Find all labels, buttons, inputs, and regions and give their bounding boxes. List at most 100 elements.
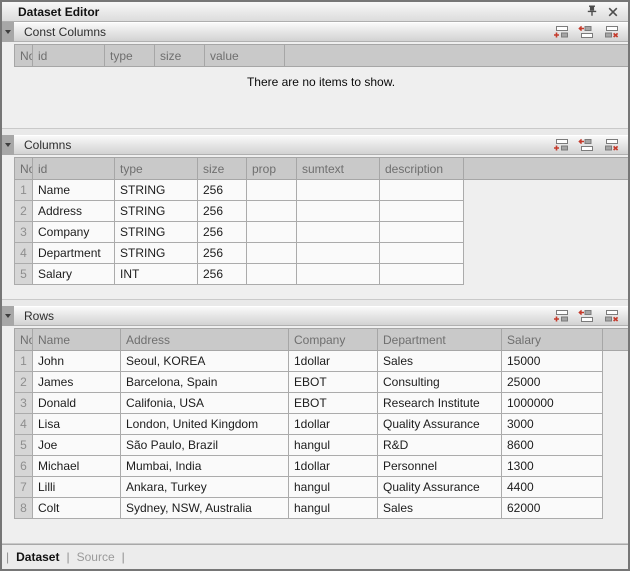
cell-id[interactable]: Department: [33, 243, 115, 264]
cell-size[interactable]: 256: [198, 264, 247, 285]
cell-description[interactable]: [380, 243, 464, 264]
cell-size[interactable]: 256: [198, 222, 247, 243]
add-row-button[interactable]: [553, 138, 570, 152]
cell-company[interactable]: 1dollar: [289, 351, 378, 372]
column-header[interactable]: description: [380, 158, 464, 180]
cell-size[interactable]: 256: [198, 243, 247, 264]
cell-description[interactable]: [380, 201, 464, 222]
cell-name[interactable]: Lilli: [33, 477, 121, 498]
column-header[interactable]: value: [205, 45, 285, 67]
cell-name[interactable]: Lisa: [33, 414, 121, 435]
column-header[interactable]: No: [15, 45, 33, 67]
cell-sumtext[interactable]: [297, 264, 380, 285]
cell-prop[interactable]: [247, 264, 297, 285]
cell-size[interactable]: 256: [198, 180, 247, 201]
cell-prop[interactable]: [247, 222, 297, 243]
cell-department[interactable]: Research Institute: [378, 393, 502, 414]
cell-description[interactable]: [380, 222, 464, 243]
cell-description[interactable]: [380, 180, 464, 201]
column-header[interactable]: id: [33, 158, 115, 180]
cell-salary[interactable]: 62000: [502, 498, 603, 519]
cell-address[interactable]: Barcelona, Spain: [121, 372, 289, 393]
cell-sumtext[interactable]: [297, 201, 380, 222]
cell-address[interactable]: Mumbai, India: [121, 456, 289, 477]
column-header[interactable]: type: [115, 158, 198, 180]
column-header[interactable]: type: [105, 45, 155, 67]
cell-department[interactable]: Sales: [378, 498, 502, 519]
tab-source[interactable]: Source: [77, 550, 115, 564]
cell-salary[interactable]: 3000: [502, 414, 603, 435]
column-header[interactable]: Department: [378, 329, 502, 351]
cell-sumtext[interactable]: [297, 243, 380, 264]
cell-salary[interactable]: 15000: [502, 351, 603, 372]
close-button[interactable]: [604, 4, 622, 20]
cell-department[interactable]: Quality Assurance: [378, 414, 502, 435]
cell-company[interactable]: 1dollar: [289, 414, 378, 435]
cell-address[interactable]: Sydney, NSW, Australia: [121, 498, 289, 519]
column-header[interactable]: id: [33, 45, 105, 67]
insert-row-button[interactable]: [578, 309, 595, 323]
pin-button[interactable]: [583, 4, 601, 20]
column-header[interactable]: No: [15, 329, 33, 351]
cell-sumtext[interactable]: [297, 222, 380, 243]
cell-prop[interactable]: [247, 243, 297, 264]
delete-row-button[interactable]: [603, 309, 620, 323]
table-row[interactable]: 1 Name STRING 256: [15, 180, 629, 201]
column-header[interactable]: Name: [33, 329, 121, 351]
cell-company[interactable]: 1dollar: [289, 456, 378, 477]
table-row[interactable]: 4 Department STRING 256: [15, 243, 629, 264]
cell-id[interactable]: Name: [33, 180, 115, 201]
cell-department[interactable]: Personnel: [378, 456, 502, 477]
cell-prop[interactable]: [247, 201, 297, 222]
cell-id[interactable]: Company: [33, 222, 115, 243]
cell-id[interactable]: Salary: [33, 264, 115, 285]
cell-name[interactable]: Donald: [33, 393, 121, 414]
cell-prop[interactable]: [247, 180, 297, 201]
add-row-button[interactable]: [553, 309, 570, 323]
cell-name[interactable]: Joe: [33, 435, 121, 456]
cell-name[interactable]: James: [33, 372, 121, 393]
cell-company[interactable]: EBOT: [289, 372, 378, 393]
collapse-button[interactable]: [2, 306, 14, 326]
cell-type[interactable]: STRING: [115, 201, 198, 222]
table-row[interactable]: 1 John Seoul, KOREA 1dollar Sales 15000: [15, 351, 629, 372]
table-row[interactable]: 3 Donald Califonia, USA EBOT Research In…: [15, 393, 629, 414]
cell-address[interactable]: Ankara, Turkey: [121, 477, 289, 498]
cell-address[interactable]: São Paulo, Brazil: [121, 435, 289, 456]
table-row[interactable]: 6 Michael Mumbai, India 1dollar Personne…: [15, 456, 629, 477]
cell-salary[interactable]: 1000000: [502, 393, 603, 414]
insert-row-button[interactable]: [578, 138, 595, 152]
cell-company[interactable]: hangul: [289, 477, 378, 498]
cell-type[interactable]: STRING: [115, 222, 198, 243]
table-row[interactable]: 8 Colt Sydney, NSW, Australia hangul Sal…: [15, 498, 629, 519]
cell-salary[interactable]: 4400: [502, 477, 603, 498]
cell-department[interactable]: Consulting: [378, 372, 502, 393]
cell-type[interactable]: STRING: [115, 180, 198, 201]
cell-salary[interactable]: 1300: [502, 456, 603, 477]
delete-row-button[interactable]: [603, 25, 620, 39]
column-header[interactable]: prop: [247, 158, 297, 180]
cell-name[interactable]: Colt: [33, 498, 121, 519]
cell-type[interactable]: INT: [115, 264, 198, 285]
cell-size[interactable]: 256: [198, 201, 247, 222]
insert-row-button[interactable]: [578, 25, 595, 39]
cell-department[interactable]: Sales: [378, 351, 502, 372]
cell-address[interactable]: Califonia, USA: [121, 393, 289, 414]
column-header[interactable]: Address: [121, 329, 289, 351]
table-row[interactable]: 5 Joe São Paulo, Brazil hangul R&D 8600: [15, 435, 629, 456]
cell-name[interactable]: Michael: [33, 456, 121, 477]
cell-address[interactable]: London, United Kingdom: [121, 414, 289, 435]
table-row[interactable]: 4 Lisa London, United Kingdom 1dollar Qu…: [15, 414, 629, 435]
cell-salary[interactable]: 25000: [502, 372, 603, 393]
cell-description[interactable]: [380, 264, 464, 285]
table-row[interactable]: 5 Salary INT 256: [15, 264, 629, 285]
delete-row-button[interactable]: [603, 138, 620, 152]
cell-address[interactable]: Seoul, KOREA: [121, 351, 289, 372]
table-row[interactable]: 2 Address STRING 256: [15, 201, 629, 222]
column-header[interactable]: sumtext: [297, 158, 380, 180]
cell-department[interactable]: Quality Assurance: [378, 477, 502, 498]
table-row[interactable]: 2 James Barcelona, Spain EBOT Consulting…: [15, 372, 629, 393]
table-row[interactable]: 7 Lilli Ankara, Turkey hangul Quality As…: [15, 477, 629, 498]
tab-dataset[interactable]: Dataset: [16, 550, 59, 564]
cell-company[interactable]: EBOT: [289, 393, 378, 414]
